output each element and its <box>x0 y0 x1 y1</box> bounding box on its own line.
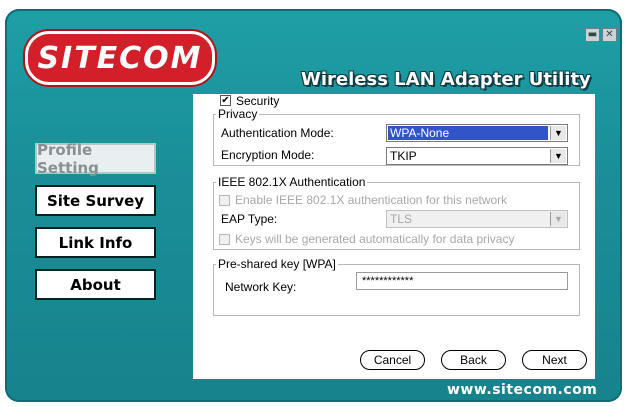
enable-8021x-label: Enable IEEE 802.1X authentication for th… <box>235 193 508 207</box>
enc-mode-dropdown[interactable]: TKIP ▼ <box>386 147 568 165</box>
back-button[interactable]: Back <box>441 350 506 370</box>
auth-mode-dropdown[interactable]: WPA-None ▼ <box>386 124 568 142</box>
eap-type-dropdown[interactable]: TLS ▼ <box>386 210 568 228</box>
sitecom-logo: SITECOM <box>25 31 215 85</box>
ieee-legend: IEEE 802.1X Authentication <box>216 175 368 189</box>
psk-legend: Pre-shared key [WPA] <box>216 257 338 271</box>
enable-8021x-checkbox[interactable] <box>219 195 230 206</box>
minimize-icon[interactable]: ▬ <box>585 28 600 42</box>
cancel-button[interactable]: Cancel <box>360 350 425 370</box>
next-button[interactable]: Next <box>522 350 587 370</box>
chevron-down-icon[interactable]: ▼ <box>550 149 566 163</box>
logo-text: SITECOM <box>37 40 203 76</box>
nav-profile-setting-button[interactable]: Profile Setting <box>35 141 156 177</box>
security-label: Security <box>236 94 280 108</box>
app-frame: SITECOM ▬ ✕ Wireless LAN Adapter Utility… <box>0 0 626 407</box>
auth-mode-value: WPA-None <box>388 126 548 140</box>
network-key-input[interactable]: ************ <box>356 272 568 290</box>
nav-link-info-button[interactable]: Link Info <box>35 227 156 258</box>
window-title: Wireless LAN Adapter Utility <box>301 69 591 90</box>
eap-type-value: TLS <box>390 212 413 226</box>
enc-mode-label: Encryption Mode: <box>221 148 315 162</box>
auth-mode-label: Authentication Mode: <box>221 126 334 140</box>
keys-auto-label: Keys will be generated automatically for… <box>235 232 515 246</box>
nav-site-survey-button[interactable]: Site Survey <box>35 185 156 216</box>
chevron-down-icon[interactable]: ▼ <box>550 126 566 140</box>
close-icon[interactable]: ✕ <box>602 28 617 42</box>
network-key-label: Network Key: <box>225 280 297 294</box>
footer-url: www.sitecom.com <box>447 382 598 398</box>
chevron-down-icon[interactable]: ▼ <box>550 212 566 226</box>
profile-settings-panel: ✔ Security Privacy Authentication Mode: … <box>193 94 595 379</box>
eap-type-label: EAP Type: <box>221 212 278 226</box>
nav-about-button[interactable]: About <box>35 269 156 300</box>
privacy-legend: Privacy <box>216 107 260 121</box>
enc-mode-value: TKIP <box>390 149 417 163</box>
security-checkbox[interactable]: ✔ <box>220 95 231 106</box>
keys-auto-checkbox[interactable] <box>219 234 230 245</box>
